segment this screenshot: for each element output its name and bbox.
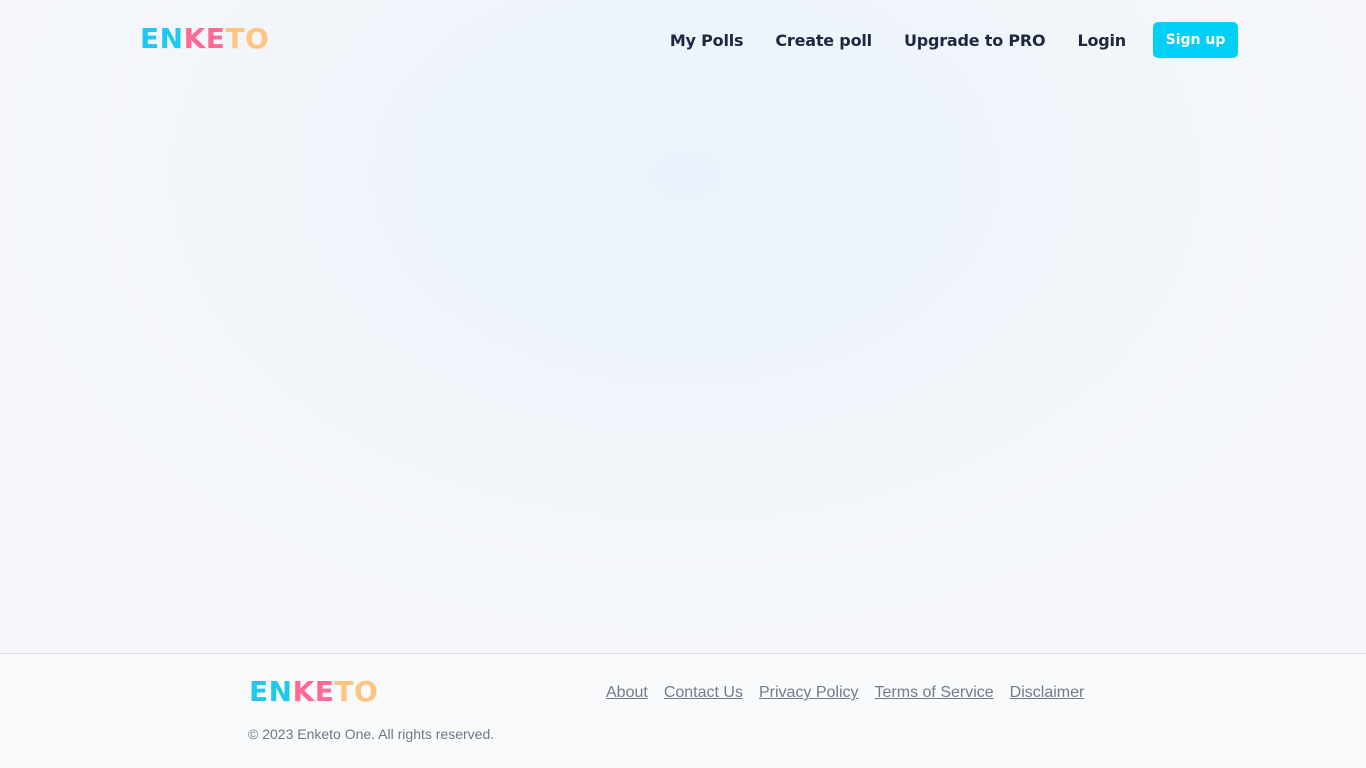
signup-button[interactable]: Sign up xyxy=(1153,22,1238,58)
footer-links: About Contact Us Privacy Policy Terms of… xyxy=(606,684,1084,702)
copyright-text: © 2023 Enketo One. All rights reserved. xyxy=(248,726,495,742)
footer-link-terms-of-service[interactable]: Terms of Service xyxy=(875,684,994,702)
footer-logo-part-ke: KE xyxy=(292,675,335,708)
logo-part-ke: KE xyxy=(183,22,226,55)
logo-part-to: TO xyxy=(225,22,270,55)
footer-logo[interactable]: ENKETO xyxy=(249,677,378,707)
footer-link-contact-us[interactable]: Contact Us xyxy=(664,684,743,702)
nav-create-poll[interactable]: Create poll xyxy=(775,31,872,50)
enketo-logo[interactable]: ENKETO xyxy=(140,24,269,54)
page: ENKETO My Polls Create poll Upgrade to P… xyxy=(0,0,1366,768)
nav-my-polls[interactable]: My Polls xyxy=(670,31,744,50)
footer-logo-part-en: EN xyxy=(249,675,293,708)
top-header: ENKETO My Polls Create poll Upgrade to P… xyxy=(0,0,1366,80)
nav-upgrade-to-pro[interactable]: Upgrade to PRO xyxy=(904,31,1046,50)
footer-link-disclaimer[interactable]: Disclaimer xyxy=(1010,684,1085,702)
footer-link-privacy-policy[interactable]: Privacy Policy xyxy=(759,684,859,702)
logo-part-en: EN xyxy=(140,22,184,55)
nav-login[interactable]: Login xyxy=(1077,31,1126,50)
footer: ENKETO © 2023 Enketo One. All rights res… xyxy=(0,653,1366,768)
footer-link-about[interactable]: About xyxy=(606,684,648,702)
footer-logo-part-to: TO xyxy=(334,675,379,708)
main-nav: My Polls Create poll Upgrade to PRO Logi… xyxy=(670,22,1238,58)
